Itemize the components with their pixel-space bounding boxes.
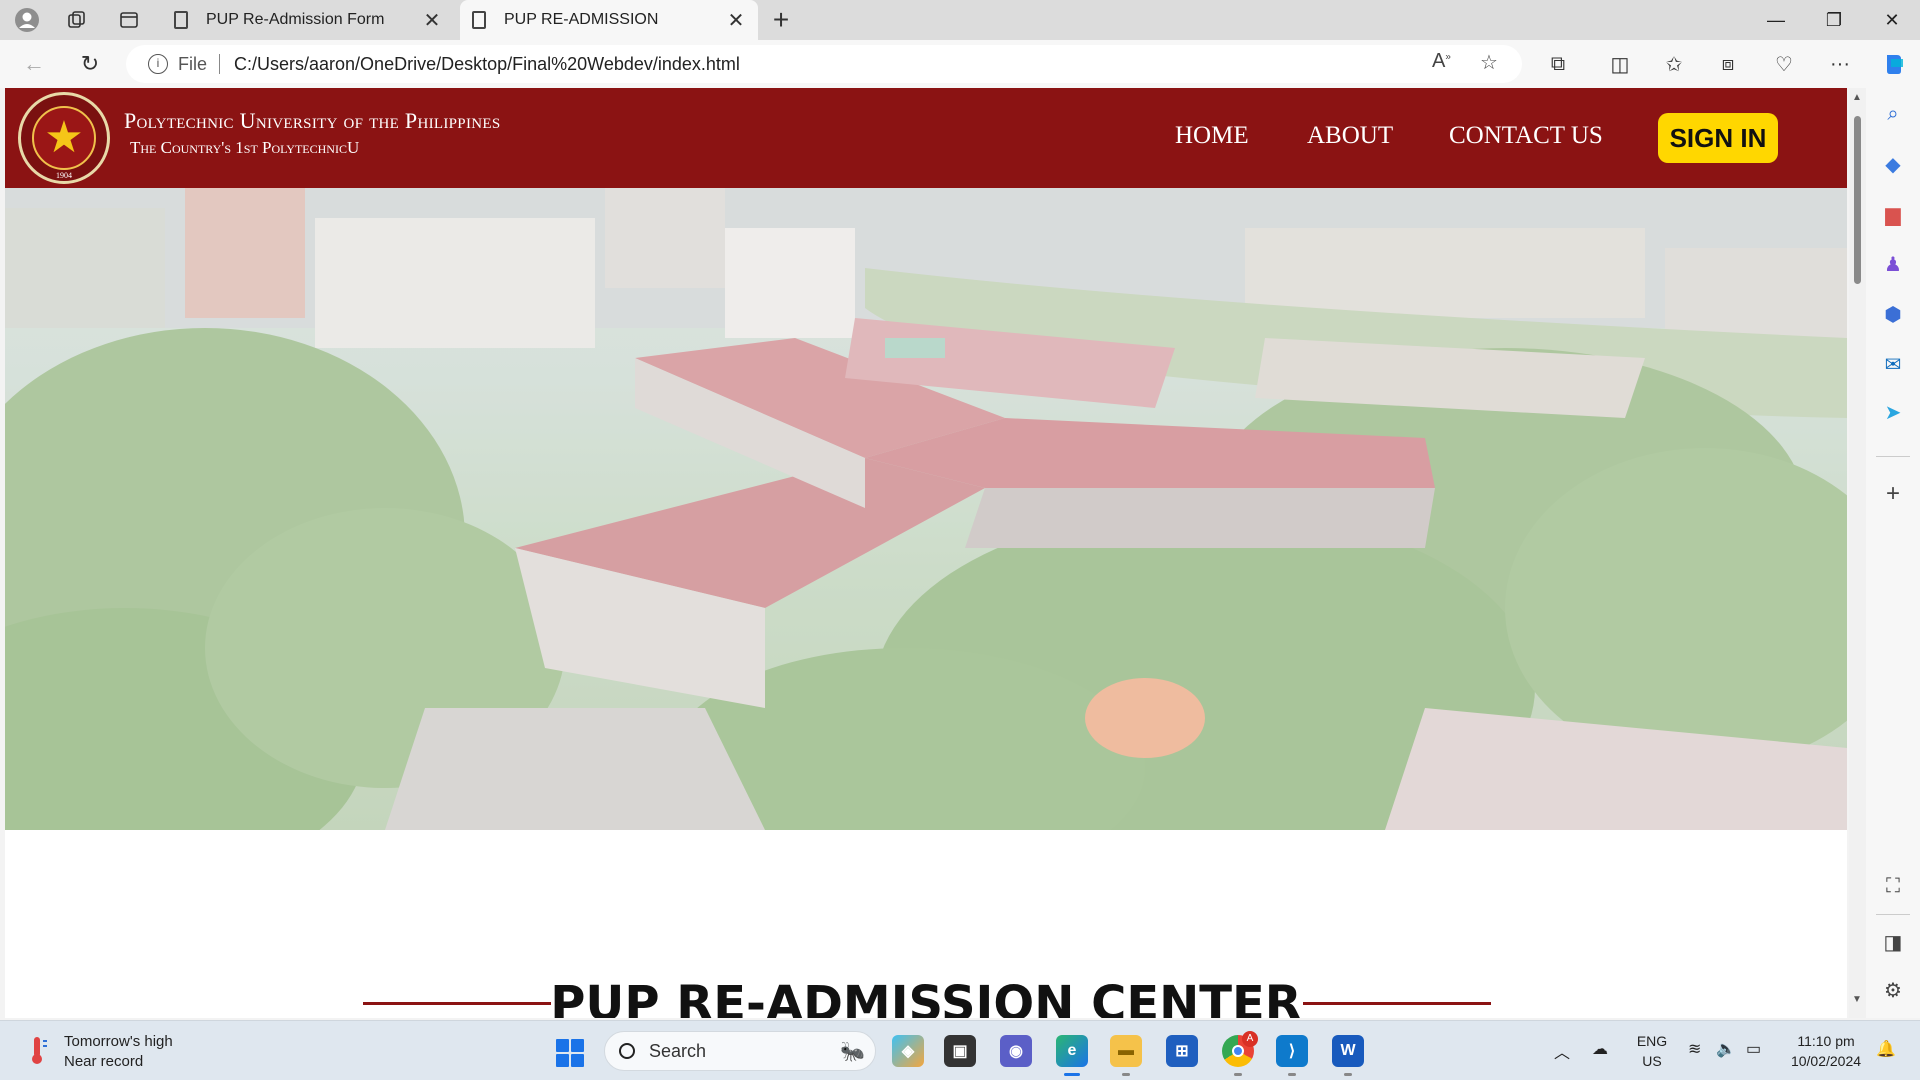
copilot-icon[interactable] <box>1878 50 1910 78</box>
favorites-icon[interactable]: ✩ <box>1658 50 1690 78</box>
profile-icon[interactable] <box>12 6 42 34</box>
vertical-tabs-icon[interactable] <box>114 6 144 34</box>
collections-icon[interactable]: ⧈ <box>1712 50 1744 78</box>
url-text[interactable]: C:/Users/aaron/OneDrive/Desktop/Final%20… <box>234 54 740 75</box>
favorite-star-icon[interactable]: ☆ <box>1480 50 1498 75</box>
browser-title-bar: PUP Re-Admission Form ✕ PUP RE-ADMISSION… <box>0 0 1920 40</box>
notification-bell-icon[interactable]: 🔔 <box>1876 1039 1896 1059</box>
language-code[interactable]: ENG <box>1634 1033 1670 1049</box>
windows-taskbar: Tomorrow's high Near record Search 🐜 ◈ ▣… <box>0 1020 1920 1080</box>
search-icon <box>619 1043 635 1059</box>
edge-browser-icon[interactable]: e <box>1056 1035 1088 1067</box>
address-bar[interactable]: i File C:/Users/aaron/OneDrive/Desktop/F… <box>126 45 1522 83</box>
campus-hero-image <box>5 188 1847 830</box>
close-tab-icon[interactable]: ✕ <box>422 8 442 33</box>
nav-contact-link[interactable]: CONTACT US <box>1449 122 1603 150</box>
restore-icon[interactable]: ❐ <box>1806 0 1862 40</box>
microsoft-365-icon[interactable]: ⬢ <box>1866 296 1920 332</box>
tab-readmission-form[interactable]: PUP Re-Admission Form ✕ <box>162 0 454 40</box>
volume-icon[interactable]: 🔈 <box>1716 1039 1736 1059</box>
star-icon: ★ <box>32 106 96 170</box>
word-running-indicator <box>1344 1073 1352 1076</box>
close-tab-icon[interactable]: ✕ <box>726 8 746 33</box>
edge-sidebar: ⌕ ◆ ▆ ♟ ⬢ ✉ ➤ + ⛶ ◨ ⚙ <box>1866 88 1920 1018</box>
page-viewport: ★ 1904 Polytechnic University of the Phi… <box>5 88 1847 1018</box>
nav-about-link[interactable]: ABOUT <box>1307 122 1393 150</box>
page-scrollbar[interactable]: ▲ ▼ <box>1849 88 1866 1018</box>
tools-briefcase-icon[interactable]: ▆ <box>1866 196 1920 232</box>
search-highlight-icon: 🐜 <box>840 1040 865 1063</box>
chrome-running-indicator <box>1234 1073 1242 1076</box>
seal-year: 1904 <box>56 171 72 180</box>
weather-headline[interactable]: Tomorrow's high <box>64 1033 173 1050</box>
add-plus-icon[interactable]: + <box>1866 476 1920 512</box>
read-aloud-icon[interactable]: A» <box>1432 50 1451 73</box>
nav-home-link[interactable]: HOME <box>1175 122 1249 150</box>
tab-title: PUP Re-Admission Form <box>206 11 385 28</box>
clock-date[interactable]: 10/02/2024 <box>1782 1053 1870 1069</box>
sign-in-button[interactable]: SIGN IN <box>1658 113 1778 163</box>
search-icon[interactable]: ⌕ <box>1866 96 1920 132</box>
search-placeholder: Search <box>649 1040 707 1061</box>
microsoft-store-icon[interactable]: ⊞ <box>1166 1035 1198 1067</box>
screenshot-icon[interactable]: ⛶ <box>1866 868 1920 904</box>
split-screen-icon[interactable]: ◫ <box>1604 50 1636 78</box>
tab-readmission[interactable]: PUP RE-ADMISSION ✕ <box>460 0 758 40</box>
chrome-badge: A <box>1242 1031 1258 1047</box>
vscode-running-indicator <box>1288 1073 1296 1076</box>
windows-start-icon[interactable] <box>556 1039 584 1067</box>
pup-seal-logo[interactable]: ★ 1904 <box>18 92 110 184</box>
battery-icon[interactable]: ▭ <box>1746 1039 1761 1059</box>
tab-title: PUP RE-ADMISSION <box>504 11 659 28</box>
university-tagline: The Country's 1st PolytechnicU <box>130 138 360 157</box>
refresh-icon[interactable]: ↻ <box>74 48 106 80</box>
taskbar-search[interactable]: Search 🐜 <box>604 1031 876 1071</box>
settings-gear-icon[interactable]: ⚙ <box>1866 972 1920 1008</box>
scroll-up-arrow-icon[interactable]: ▲ <box>1852 92 1862 103</box>
file-explorer-icon[interactable]: ▬ <box>1110 1035 1142 1067</box>
info-icon[interactable]: i <box>148 54 168 74</box>
site-header: ★ 1904 Polytechnic University of the Phi… <box>5 88 1847 188</box>
document-icon <box>174 11 188 29</box>
show-hidden-icons-chevron-icon[interactable]: ︿ <box>1554 1039 1570 1063</box>
explorer-running-indicator <box>1122 1073 1130 1076</box>
send-telegram-icon[interactable]: ➤ <box>1866 394 1920 430</box>
hero-overlay <box>5 188 1847 830</box>
shopping-tag-icon[interactable]: ◆ <box>1866 146 1920 182</box>
browser-essentials-icon[interactable]: ♡ <box>1768 50 1800 78</box>
weather-subline[interactable]: Near record <box>64 1053 143 1070</box>
sidebar-divider <box>1876 456 1910 457</box>
section-title: PUP RE-ADMISSION CENTER <box>550 976 1302 1018</box>
workspaces-icon[interactable] <box>62 6 92 34</box>
word-icon[interactable]: W <box>1332 1035 1364 1067</box>
wifi-icon[interactable]: ≋ <box>1688 1039 1701 1059</box>
vscode-icon[interactable]: ⟩ <box>1276 1035 1308 1067</box>
teams-chat-icon[interactable]: ◉ <box>1000 1035 1032 1067</box>
document-icon <box>472 11 486 29</box>
language-region[interactable]: US <box>1634 1053 1670 1069</box>
edge-active-indicator <box>1064 1073 1080 1076</box>
sidebar-divider <box>1876 914 1910 915</box>
onedrive-icon[interactable]: ☁ <box>1592 1039 1608 1059</box>
back-arrow-icon[interactable]: ← <box>18 48 50 80</box>
clock-time[interactable]: 11:10 pm <box>1786 1033 1866 1049</box>
scroll-down-arrow-icon[interactable]: ▼ <box>1852 994 1862 1005</box>
hide-sidebar-icon[interactable]: ◨ <box>1866 924 1920 960</box>
university-name: Polytechnic University of the Philippine… <box>124 108 501 133</box>
file-scheme-label: File <box>178 53 208 74</box>
outlook-icon[interactable]: ✉ <box>1866 346 1920 382</box>
more-menu-icon[interactable]: ··· <box>1824 50 1856 78</box>
extensions-icon[interactable]: ⧉ <box>1542 50 1574 78</box>
scrollbar-thumb[interactable] <box>1854 116 1861 284</box>
minimize-icon[interactable]: — <box>1748 0 1804 40</box>
thermometer-icon[interactable] <box>26 1035 48 1065</box>
address-separator <box>219 54 221 74</box>
title-right-rule <box>1303 1002 1491 1005</box>
new-tab-plus-icon[interactable]: + <box>766 4 796 36</box>
task-view-icon[interactable]: ▣ <box>944 1035 976 1067</box>
games-icon[interactable]: ♟ <box>1866 246 1920 282</box>
close-window-icon[interactable]: ✕ <box>1864 0 1920 40</box>
copilot-app-icon[interactable]: ◈ <box>892 1035 924 1067</box>
